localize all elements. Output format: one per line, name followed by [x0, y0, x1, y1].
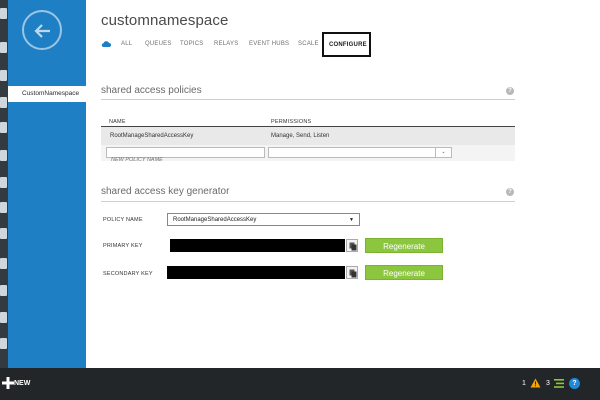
page-title: customnamespace	[101, 12, 229, 29]
tab-configure-label: CONFIGURE	[329, 42, 367, 48]
table-row[interactable]: RootManageSharedAccessKey Manage, Send, …	[101, 127, 515, 145]
policy-name-dropdown[interactable]: RootManageSharedAccessKey ▼	[167, 213, 360, 226]
list-icon[interactable]	[554, 379, 564, 388]
column-header-name: NAME	[109, 119, 126, 125]
service-icon[interactable]	[0, 177, 7, 188]
tab-queues[interactable]: QUEUES	[145, 41, 172, 47]
secondary-key-field[interactable]	[167, 266, 345, 279]
tab-scale[interactable]: SCALE	[298, 41, 319, 47]
secondary-key-label: SECONDARY KEY	[103, 271, 153, 277]
help-icon[interactable]: ?	[569, 378, 580, 389]
copy-icon[interactable]	[346, 266, 358, 279]
service-icon[interactable]	[0, 312, 7, 323]
copy-icon[interactable]	[346, 239, 358, 252]
service-icon[interactable]	[0, 97, 7, 108]
nav-item-label: CustomNamespace	[22, 90, 80, 97]
service-icon-rail	[0, 0, 8, 368]
notification-count: 3	[546, 380, 550, 387]
back-arrow-icon	[34, 24, 50, 38]
policies-section-title: shared access policies	[101, 85, 202, 96]
navigation-pane	[8, 0, 86, 368]
service-icon[interactable]	[0, 202, 7, 213]
tab-topics[interactable]: TOPICS	[180, 41, 203, 47]
primary-key-field[interactable]	[170, 239, 345, 252]
policy-name-label: POLICY NAME	[103, 217, 143, 223]
tab-relays[interactable]: RELAYS	[214, 41, 238, 47]
new-policy-name-field[interactable]	[106, 147, 265, 165]
cloud-service-icon	[101, 41, 111, 47]
permissions-dropdown[interactable]: ⌄	[268, 147, 452, 158]
help-icon[interactable]: ?	[506, 87, 514, 95]
tab-configure[interactable]: CONFIGURE	[322, 32, 371, 57]
chevron-down-icon[interactable]: ⌄	[435, 148, 451, 157]
service-icon[interactable]	[0, 258, 7, 269]
warning-count: 1	[522, 380, 526, 387]
plus-icon[interactable]	[2, 377, 14, 389]
regenerate-primary-button[interactable]: Regenerate	[365, 238, 443, 253]
service-icon[interactable]	[0, 228, 7, 239]
tab-all[interactable]: ALL	[121, 41, 132, 47]
policy-name-value: RootManageSharedAccessKey	[173, 217, 257, 223]
command-bar	[0, 368, 600, 400]
service-icon[interactable]	[0, 122, 7, 133]
dropdown-arrow-icon: ▼	[349, 217, 354, 223]
new-button[interactable]: NEW	[14, 380, 30, 387]
regenerate-secondary-button[interactable]: Regenerate	[365, 265, 443, 280]
service-icon[interactable]	[0, 70, 7, 81]
policy-name-cell: RootManageSharedAccessKey	[110, 133, 194, 139]
azure-portal-screen: CustomNamespace customnamespace ALL QUEU…	[0, 0, 600, 400]
policy-permissions-cell: Manage, Send, Listen	[271, 133, 330, 139]
section-divider	[101, 99, 515, 100]
back-button[interactable]	[22, 10, 62, 50]
section-divider	[101, 201, 515, 202]
service-icon[interactable]	[0, 338, 7, 349]
service-icon[interactable]	[0, 150, 7, 161]
new-policy-name-input[interactable]	[107, 155, 264, 165]
column-header-permissions: PERMISSIONS	[271, 119, 312, 125]
keygen-section-title: shared access key generator	[101, 186, 230, 197]
help-icon[interactable]: ?	[506, 188, 514, 196]
primary-key-label: PRIMARY KEY	[103, 243, 143, 249]
tab-event-hubs[interactable]: EVENT HUBS	[249, 41, 289, 47]
warning-icon[interactable]	[530, 378, 541, 388]
service-icon[interactable]	[0, 285, 7, 296]
service-icon[interactable]	[0, 8, 7, 19]
service-icon[interactable]	[0, 42, 7, 53]
nav-item-customnamespace[interactable]: CustomNamespace	[8, 86, 86, 102]
